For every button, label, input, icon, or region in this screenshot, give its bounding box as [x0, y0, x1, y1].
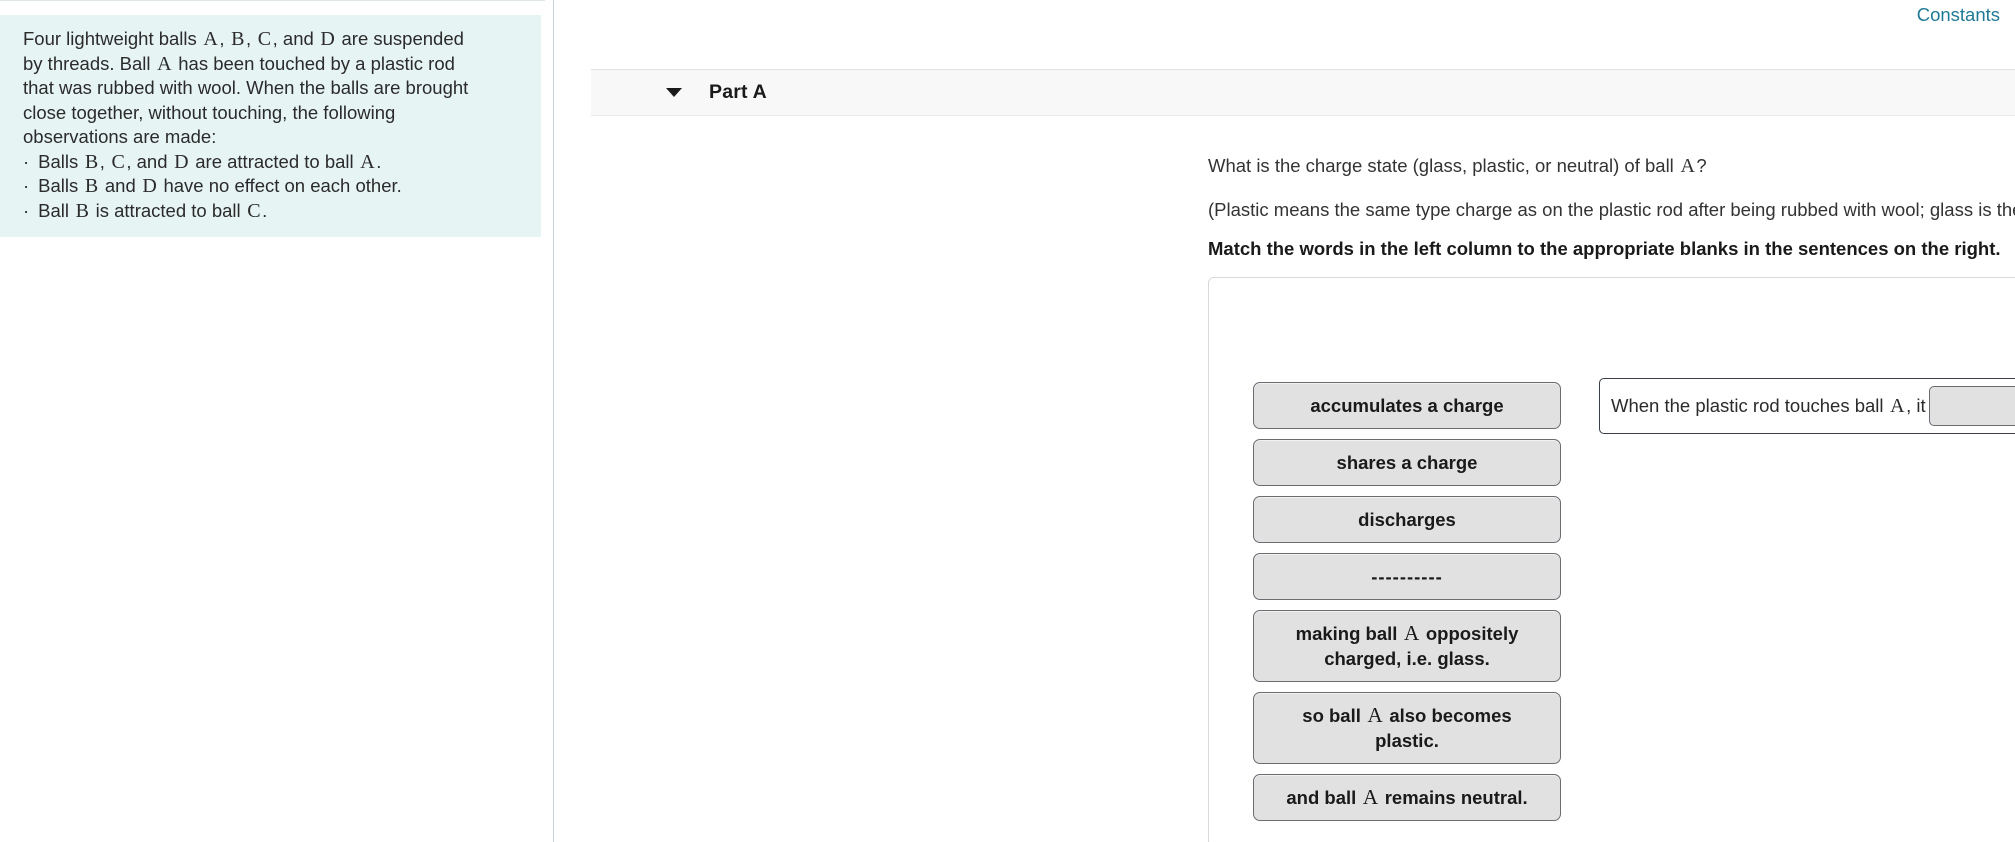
bullet-dot-icon: ·	[23, 175, 30, 196]
problem-line-5: observations are made:	[23, 126, 217, 147]
word-tile[interactable]: and ball A remains neutral.	[1253, 774, 1561, 821]
observation-bullet-3: · Ball B is attracted to ball C.	[23, 199, 268, 222]
problem-line-1: Four lightweight balls A, B, C, and D ar…	[23, 28, 464, 50]
math-var-D: D	[320, 28, 335, 50]
problem-statement-panel: Four lightweight balls A, B, C, and D ar…	[0, 0, 545, 842]
exercise-page: Four lightweight balls A, B, C, and D ar…	[0, 0, 2015, 842]
problem-line-2: by threads. Ball A has been touched by a…	[23, 52, 455, 75]
word-tile[interactable]: shares a charge	[1253, 439, 1561, 486]
bullet-dot-icon: ·	[23, 150, 30, 172]
problem-line-4: close together, without touching, the fo…	[23, 101, 396, 123]
problem-line-3: that was rubbed with wool. When the ball…	[23, 77, 469, 98]
question-note: (Plastic means the same type charge as o…	[1208, 199, 2015, 220]
part-a-header[interactable]: Part A	[591, 69, 2015, 116]
answer-slot-1[interactable]	[1928, 386, 2015, 426]
problem-statement-box: Four lightweight balls A, B, C, and D ar…	[0, 15, 541, 237]
math-var-B: B	[231, 28, 245, 50]
question-text: What is the charge state (glass, plastic…	[1208, 155, 1707, 177]
word-tile[interactable]: discharges	[1253, 496, 1561, 543]
draggable-word-tiles: accumulates a charge shares a charge dis…	[1253, 382, 1561, 821]
math-var-A: A	[203, 28, 218, 50]
word-tile[interactable]: accumulates a charge	[1253, 382, 1561, 429]
match-instruction: Match the words in the left column to th…	[1208, 238, 2001, 259]
math-var-C: C	[257, 28, 272, 50]
answer-panel: Constants Part A What is the charge stat…	[554, 0, 2015, 842]
observation-bullet-1: · Balls B, C, and D are attracted to bal…	[23, 150, 382, 173]
caret-down-icon[interactable]	[666, 88, 682, 97]
math-var-A: A	[157, 52, 172, 75]
sentence-prefix: When the plastic rod touches ball A, it	[1611, 394, 1926, 417]
sentence-drop-zone: When the plastic rod touches ball A, it …	[1599, 378, 2015, 434]
word-tile-blank[interactable]: ----------	[1253, 553, 1561, 600]
matching-exercise-container: Reset Help accumulates a charge shares a…	[1208, 277, 2015, 842]
word-tile[interactable]: so ball A also becomes plastic.	[1253, 692, 1561, 764]
constants-link[interactable]: Constants	[1917, 4, 2000, 26]
word-tile[interactable]: making ball A oppositely charged, i.e. g…	[1253, 610, 1561, 682]
bullet-dot-icon: ·	[23, 199, 30, 221]
part-a-title: Part A	[709, 81, 767, 103]
observation-bullet-2: · Balls B and D have no effect on each o…	[23, 175, 402, 197]
